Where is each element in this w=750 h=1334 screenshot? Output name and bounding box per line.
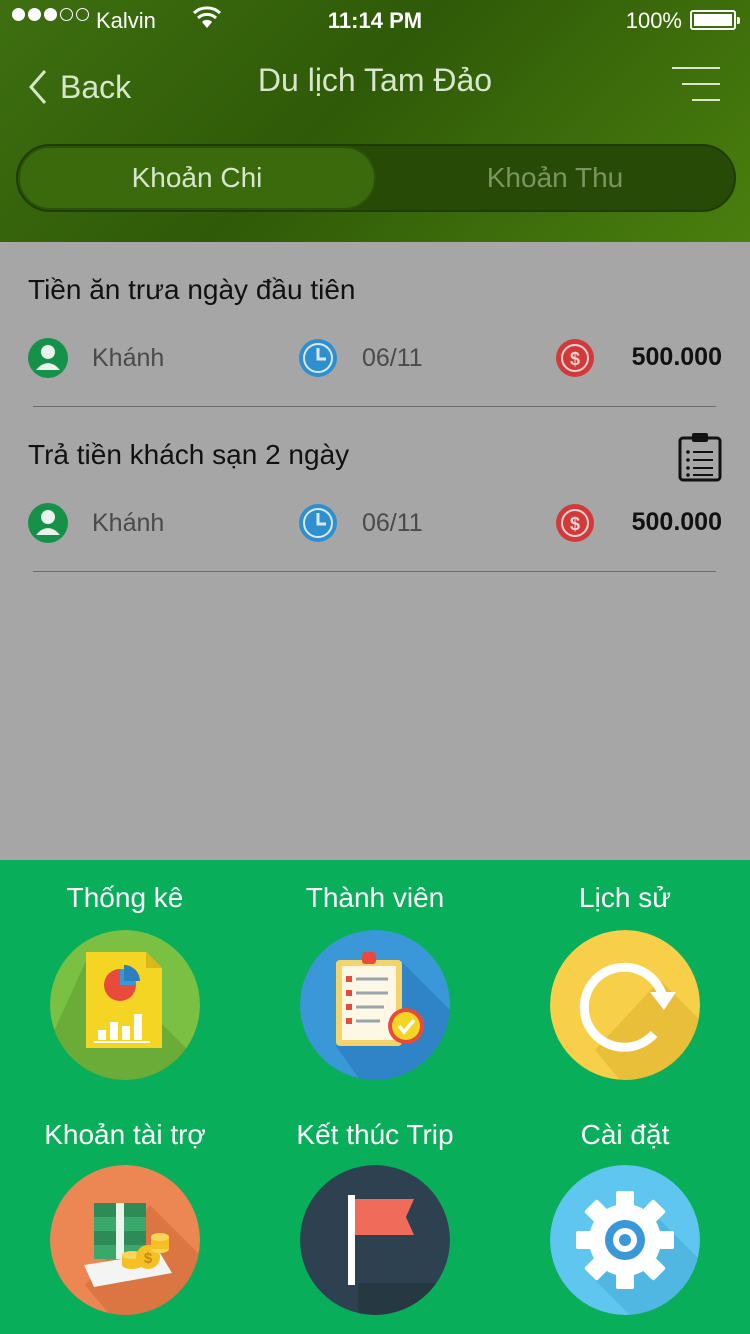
settings-button[interactable] [550, 1165, 700, 1315]
money-coin-icon: $ [556, 339, 594, 377]
expense-title: Trả tiền khách sạn 2 ngày [28, 439, 350, 470]
person-icon [28, 338, 68, 378]
header: Kalvin 11:14 PM 100% Back Du lịch Tam Đả… [0, 0, 750, 242]
battery-percent: 100% [625, 8, 682, 33]
members-checklist-icon [300, 930, 450, 1080]
expense-amount: 500.000 [631, 508, 722, 536]
settings-gear-icon [550, 1165, 700, 1315]
menu-label: Kết thúc Trip [296, 1119, 454, 1150]
menu-history: Lịch sử [500, 878, 750, 1080]
expense-title: Tiền ăn trưa ngày đầu tiên [28, 274, 356, 305]
battery-icon [690, 10, 740, 30]
person-icon [28, 503, 68, 543]
menu-end-trip: Kết thúc Trip [250, 1115, 500, 1315]
expense-date: 06/11 [362, 344, 423, 372]
expense-person: Khánh [92, 509, 165, 537]
divider [33, 571, 716, 572]
action-menu-panel: Thống kê Thành viên Lịch sử Khoản tài tr… [0, 860, 750, 1334]
money-coin-icon: $ [556, 504, 594, 542]
clock-icon [299, 339, 337, 377]
tab-income[interactable]: Khoản Thu [376, 146, 734, 210]
expense-date: 06/11 [362, 509, 423, 537]
money-sponsor-icon: $ [50, 1165, 200, 1315]
menu-label: Lịch sử [579, 882, 671, 913]
menu-settings: Cài đặt [500, 1115, 750, 1315]
members-button[interactable] [300, 930, 450, 1080]
menu-label: Cài đặt [580, 1119, 670, 1150]
menu-label: Khoản tài trợ [44, 1119, 206, 1150]
expense-list: Tiền ăn trưa ngày đầu tiên Khánh 06/11 $… [0, 242, 750, 572]
menu-label: Thành viên [305, 882, 445, 913]
expense-income-tabs: Khoản Thu Khoản Chi [16, 144, 736, 212]
statistics-icon [50, 930, 200, 1080]
expense-amount: 500.000 [631, 343, 722, 371]
svg-text:$: $ [570, 514, 580, 534]
svg-text:$: $ [570, 349, 580, 369]
finish-flag-icon [300, 1165, 450, 1315]
clipboard-note-icon[interactable] [678, 432, 722, 482]
svg-text:$: $ [144, 1250, 153, 1267]
menu-members: Thành viên [250, 878, 500, 1080]
history-refresh-icon [550, 930, 700, 1080]
sponsorship-button[interactable]: $ [50, 1165, 200, 1315]
end-trip-button[interactable] [300, 1165, 450, 1315]
list-item[interactable]: Trả tiền khách sạn 2 ngày Khánh 06/11 $ … [0, 407, 750, 572]
menu-sponsorship: Khoản tài trợ $ [0, 1115, 250, 1315]
menu-statistics: Thống kê [0, 878, 250, 1080]
history-button[interactable] [550, 930, 700, 1080]
hamburger-menu-icon[interactable] [672, 66, 720, 102]
clock-icon [299, 504, 337, 542]
expense-person: Khánh [92, 344, 165, 372]
menu-label: Thống kê [66, 882, 184, 913]
list-item[interactable]: Tiền ăn trưa ngày đầu tiên Khánh 06/11 $… [0, 242, 750, 407]
status-bar: Kalvin 11:14 PM 100% [0, 0, 750, 40]
tab-expenses[interactable]: Khoản Chi [18, 146, 376, 210]
page-title: Du lịch Tam Đảo [257, 62, 493, 98]
statistics-button[interactable] [50, 930, 200, 1080]
